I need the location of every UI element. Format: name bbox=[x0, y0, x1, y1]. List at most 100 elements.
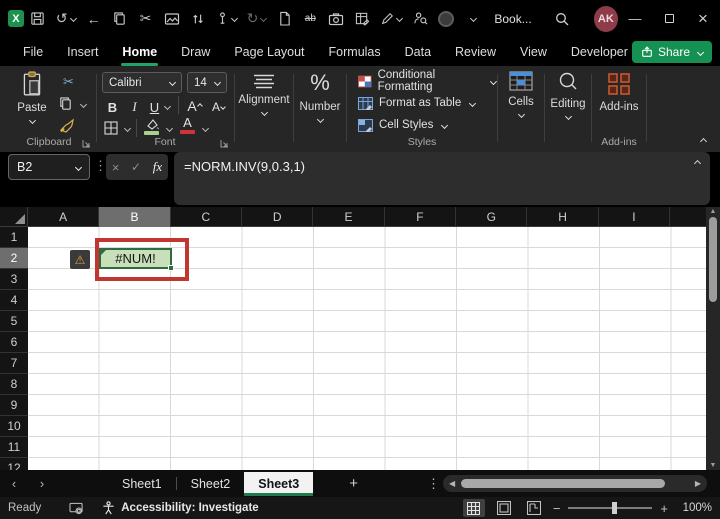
account-avatar[interactable]: AK bbox=[593, 5, 618, 32]
record-icon[interactable] bbox=[438, 7, 455, 31]
row-header-7[interactable]: 7 bbox=[0, 353, 28, 374]
zoom-level[interactable]: 100% bbox=[676, 502, 712, 514]
scroll-down-arrow-icon[interactable]: ▼ bbox=[706, 462, 720, 469]
fill-color-button[interactable] bbox=[144, 118, 160, 135]
document-title[interactable]: Book... bbox=[494, 12, 531, 26]
scroll-right-arrow-icon[interactable]: ▶ bbox=[695, 479, 701, 488]
zoom-slider-thumb[interactable] bbox=[612, 502, 618, 514]
tab-formulas[interactable]: Formulas bbox=[318, 40, 392, 64]
select-all-corner[interactable] bbox=[0, 207, 28, 227]
back-arrow-icon[interactable]: ← bbox=[86, 7, 102, 31]
horizontal-scroll-thumb[interactable] bbox=[461, 479, 665, 488]
column-header-a[interactable]: A bbox=[28, 207, 100, 227]
row-header-3[interactable]: 3 bbox=[0, 269, 28, 290]
row-header-10[interactable]: 10 bbox=[0, 416, 28, 437]
paste-button[interactable]: Paste bbox=[10, 71, 54, 125]
vertical-scroll-thumb[interactable] bbox=[709, 217, 717, 302]
column-header-partial[interactable] bbox=[670, 207, 706, 227]
tab-view[interactable]: View bbox=[509, 40, 558, 64]
row-header-1[interactable]: 1 bbox=[0, 227, 28, 248]
alignment-button[interactable]: Alignment bbox=[236, 74, 292, 117]
zoom-in-button[interactable]: + bbox=[660, 501, 668, 516]
formula-bar-collapse-button[interactable] bbox=[693, 159, 702, 168]
error-warning-button[interactable]: ⚠ bbox=[70, 250, 90, 269]
page-layout-view-button[interactable] bbox=[493, 499, 515, 517]
font-color-button[interactable]: A bbox=[180, 116, 195, 134]
column-header-d[interactable]: D bbox=[242, 207, 314, 227]
undo-icon[interactable]: ↺ bbox=[56, 7, 77, 31]
format-as-table-button[interactable]: Format as Table bbox=[348, 92, 496, 114]
sheet-tab-sheet2[interactable]: Sheet2 bbox=[177, 472, 245, 496]
draw-pen-icon[interactable] bbox=[380, 7, 404, 31]
column-header-c[interactable]: C bbox=[171, 207, 243, 227]
tab-draw[interactable]: Draw bbox=[170, 40, 221, 64]
sheet-tab-sheet3[interactable]: Sheet3 bbox=[244, 471, 314, 496]
new-sheet-button[interactable]: + bbox=[349, 475, 358, 492]
row-header-4[interactable]: 4 bbox=[0, 290, 28, 311]
tab-page-layout[interactable]: Page Layout bbox=[223, 40, 315, 64]
cancel-entry-button[interactable]: × bbox=[112, 160, 120, 175]
editing-button[interactable]: Editing bbox=[546, 71, 590, 121]
column-header-f[interactable]: F bbox=[385, 207, 457, 227]
format-painter-button[interactable] bbox=[59, 118, 75, 134]
row-header-5[interactable]: 5 bbox=[0, 311, 28, 332]
copy-button[interactable] bbox=[58, 96, 73, 111]
zoom-out-button[interactable]: − bbox=[553, 501, 561, 516]
sheet-tab-sheet1[interactable]: Sheet1 bbox=[108, 472, 176, 496]
font-size-select[interactable]: 14 bbox=[187, 72, 227, 93]
font-family-select[interactable]: Calibri bbox=[102, 72, 182, 93]
save-icon[interactable] bbox=[30, 7, 46, 31]
font-dialog-launcher-icon[interactable] bbox=[220, 139, 229, 148]
cut-icon[interactable]: ✂ bbox=[138, 7, 154, 31]
vertical-scrollbar[interactable]: ▲ ▼ bbox=[706, 207, 720, 470]
chevron-down-icon[interactable] bbox=[165, 124, 174, 133]
qat-overflow-chevron-icon[interactable] bbox=[464, 7, 480, 31]
clipboard-dialog-launcher-icon[interactable] bbox=[82, 139, 91, 148]
refresh-sort-icon[interactable] bbox=[190, 7, 206, 31]
conditional-formatting-button[interactable]: Conditional Formatting bbox=[348, 69, 498, 93]
column-header-h[interactable]: H bbox=[527, 207, 599, 227]
accessibility-status-label[interactable]: Accessibility: Investigate bbox=[121, 502, 258, 514]
maximize-button[interactable] bbox=[652, 0, 686, 37]
tab-developer[interactable]: Developer bbox=[560, 40, 639, 64]
row-header-2[interactable]: 2 bbox=[0, 248, 28, 269]
scroll-up-arrow-icon[interactable]: ▲ bbox=[706, 208, 720, 215]
column-header-g[interactable]: G bbox=[456, 207, 528, 227]
lookup-person-icon[interactable] bbox=[412, 7, 428, 31]
borders-button[interactable] bbox=[103, 120, 119, 136]
cells-button[interactable]: Cells bbox=[499, 71, 543, 119]
table-edit-icon[interactable] bbox=[354, 7, 370, 31]
zoom-slider[interactable] bbox=[568, 502, 653, 514]
sheet-tab-menu-button[interactable]: ⋮ bbox=[427, 476, 440, 492]
column-header-e[interactable]: E bbox=[313, 207, 385, 227]
accessibility-status-button[interactable] bbox=[102, 501, 115, 515]
chevron-down-icon[interactable] bbox=[163, 102, 172, 111]
cell-styles-button[interactable]: Cell Styles bbox=[348, 114, 496, 136]
addins-button[interactable]: Add-ins bbox=[593, 72, 645, 113]
formula-input[interactable]: =NORM.INV(9,0.3,1) bbox=[174, 152, 710, 205]
chevron-down-icon[interactable] bbox=[79, 100, 88, 109]
cut-button[interactable]: ✂ bbox=[60, 72, 77, 92]
increase-font-size-button[interactable]: A bbox=[186, 96, 203, 116]
scroll-left-arrow-icon[interactable]: ◀ bbox=[449, 479, 455, 488]
normal-view-button[interactable] bbox=[462, 499, 485, 517]
insert-function-button[interactable]: fx bbox=[153, 159, 162, 175]
minimize-button[interactable]: — bbox=[618, 0, 652, 37]
horizontal-scrollbar[interactable]: ◀ ▶ bbox=[443, 475, 707, 492]
touch-select-icon[interactable] bbox=[216, 7, 238, 31]
tab-review[interactable]: Review bbox=[444, 40, 507, 64]
search-icon[interactable] bbox=[554, 7, 570, 31]
chevron-down-icon[interactable] bbox=[201, 124, 210, 133]
bold-button[interactable]: B bbox=[104, 97, 121, 117]
camera-icon[interactable] bbox=[328, 7, 344, 31]
chevron-down-icon[interactable] bbox=[123, 124, 132, 133]
name-box[interactable]: B2 bbox=[8, 154, 90, 180]
row-header-6[interactable]: 6 bbox=[0, 332, 28, 353]
copy-icon[interactable] bbox=[112, 7, 128, 31]
tab-insert[interactable]: Insert bbox=[56, 40, 109, 64]
tab-file[interactable]: File bbox=[12, 40, 54, 64]
confirm-entry-button[interactable]: ✓ bbox=[131, 160, 141, 174]
row-header-8[interactable]: 8 bbox=[0, 374, 28, 395]
column-header-i[interactable]: I bbox=[599, 207, 671, 227]
italic-button[interactable]: I bbox=[126, 97, 143, 117]
